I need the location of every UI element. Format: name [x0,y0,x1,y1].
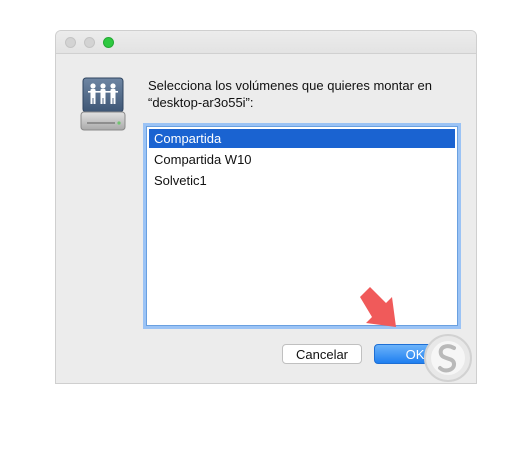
cancel-button[interactable]: Cancelar [282,344,362,364]
solvetic-logo [424,334,472,382]
shared-server-icon [80,77,126,131]
minimize-window-button[interactable] [84,37,95,48]
mount-volumes-dialog: Selecciona los volúmenes que quieres mon… [56,31,476,383]
volume-list[interactable]: Compartida Compartida W10 Solvetic1 [146,126,458,326]
title-bar [56,31,476,54]
volume-item-solvetic1[interactable]: Solvetic1 [149,171,455,190]
zoom-window-button[interactable] [103,37,114,48]
volume-item-compartida[interactable]: Compartida [149,129,455,148]
dialog-prompt: Selecciona los volúmenes que quieres mon… [148,77,468,111]
prompt-line-2: “desktop-ar3o55i”: [148,95,254,110]
volume-item-compartida-w10[interactable]: Compartida W10 [149,150,455,169]
red-arrow-icon [360,287,396,327]
close-window-button[interactable] [65,37,76,48]
prompt-line-1: Selecciona los volúmenes que quieres mon… [148,78,433,93]
